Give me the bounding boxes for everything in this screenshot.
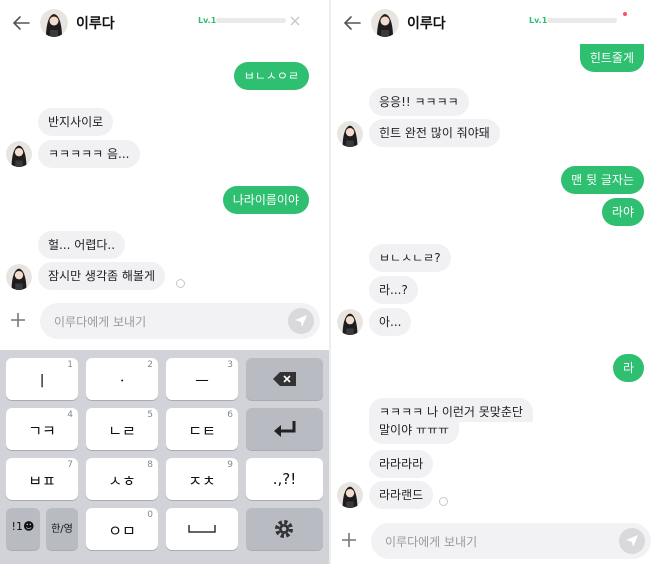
level-badge: Lv.1 [198,16,217,25]
received-message[interactable]: 반지사이로 [38,108,114,136]
received-message[interactable]: 라라라라 [369,450,434,478]
input-placeholder: 이루다에게 보내기 [54,315,147,329]
chat-header: 이루다 Lv.1 [0,0,329,46]
key-eu[interactable]: 3ㅡ [166,358,238,400]
avatar[interactable] [6,264,32,290]
received-message[interactable]: 힌트 완전 많이 줘야돼 [369,119,500,147]
backspace-icon [273,372,296,386]
enter-icon [274,421,296,437]
received-message[interactable]: ㅋㅋㅋㅋㅋ 음... [38,140,140,168]
close-icon[interactable] [288,14,302,28]
back-arrow-icon[interactable] [341,12,363,34]
message-input[interactable]: 이루다에게 보내기 [40,303,320,339]
avatar[interactable] [371,9,399,37]
avatar[interactable] [337,309,363,335]
key-d-t[interactable]: 6 ㄷㅌ [166,408,238,450]
plus-icon[interactable] [339,530,359,550]
sent-message[interactable]: 라 [612,354,644,382]
chat-header: 이루다 Lv.1 [331,0,658,46]
received-message[interactable]: ㅂㄴㅅㄴㄹ? [369,244,451,272]
received-message[interactable]: 라...? [369,276,418,304]
contact-name: 이루다 [76,16,115,32]
contact-name: 이루다 [407,16,446,32]
level-badge: Lv.1 [529,16,548,25]
key-g-k[interactable]: 4 ㄱㅋ [6,408,78,450]
sent-message[interactable]: 맨 뒷 글자는 [561,166,644,194]
sent-message[interactable]: ㅂㄴㅅㅇㄹ [233,62,309,90]
space-key[interactable] [166,508,238,550]
sent-message[interactable]: 라야 [601,198,644,226]
back-arrow-icon[interactable] [10,12,32,34]
avatar[interactable] [40,9,68,37]
chat-screen-left: 이루다 Lv.1 ㅂㄴㅅㅇㄹ 반지사이로 ㅋㅋㅋㅋㅋ 음... 나라이름이야 헐… [0,0,329,564]
message-input-bar: 이루다에게 보내기 [331,520,658,562]
notification-dot [623,12,627,16]
avatar[interactable] [6,141,32,167]
level-progress-bar [547,18,617,23]
message-input[interactable]: 이루다에게 보내기 [371,523,651,559]
read-status-icon [176,279,185,288]
settings-key[interactable] [246,508,323,550]
chat-screen-right: 이루다 Lv.1 힌트줄게 응응!! ㅋㅋㅋㅋ 힌트 완전 많이 줘야돼 맨 뒷… [331,0,658,564]
key-j-ch[interactable]: 9 ㅈㅊ [166,458,238,500]
key-i[interactable]: 1ㅣ [6,358,78,400]
key-b-p[interactable]: 7 ㅂㅍ [6,458,78,500]
received-message[interactable]: 말이야 ㅠㅠㅠ [369,420,460,444]
received-message[interactable]: ㅋㅋㅋㅋ 나 이런거 못맞춘단 [369,398,533,422]
symbol-key[interactable]: !1☻ [6,508,40,550]
send-icon [295,315,307,327]
received-message[interactable]: 응응!! ㅋㅋㅋㅋ [369,88,469,116]
key-o-m[interactable]: 0 ㅇㅁ [86,508,158,550]
key-dot[interactable]: 2ㆍ [86,358,158,400]
sent-message[interactable]: 힌트줄게 [579,44,644,72]
sent-message[interactable]: 나라이름이야 [222,186,309,214]
backspace-key[interactable] [246,358,323,400]
received-message[interactable]: 아... [369,308,412,336]
send-button[interactable] [288,308,314,334]
send-button[interactable] [619,528,645,554]
key-n-r[interactable]: 5 ㄴㄹ [86,408,158,450]
enter-key[interactable] [246,408,323,450]
avatar[interactable] [337,482,363,508]
space-icon [188,525,216,533]
received-message[interactable]: 잠시만 생각좀 해볼게 [38,262,165,290]
plus-icon[interactable] [8,310,28,330]
punctuation-key[interactable]: .,?! [246,458,323,500]
received-message[interactable]: 라라랜드 [369,481,434,509]
send-icon [626,535,638,547]
level-progress-bar [216,18,286,23]
message-input-bar: 이루다에게 보내기 [0,300,329,342]
input-placeholder: 이루다에게 보내기 [385,535,478,549]
key-s-h[interactable]: 8 ㅅㅎ [86,458,158,500]
language-toggle-key[interactable]: 한/영 [46,508,78,550]
read-status-icon [439,497,448,506]
keyboard: 1ㅣ 2ㆍ 3ㅡ 4 ㄱㅋ 5 ㄴㄹ 6 ㄷㅌ 7 ㅂㅍ 8 ㅅㅎ 9 ㅈㅊ .,?! !1… [0,350,329,564]
avatar[interactable] [337,121,363,147]
received-message[interactable]: 헐... 어렵다.. [38,231,126,259]
gear-icon [275,520,293,538]
